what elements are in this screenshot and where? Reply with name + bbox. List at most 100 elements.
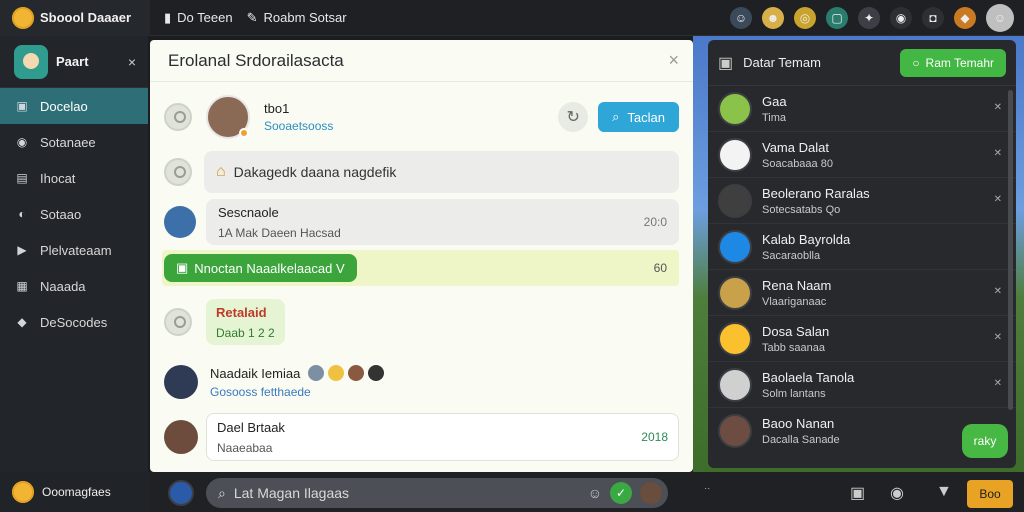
sidebar-item-3[interactable]: ◐ Sotaao bbox=[0, 196, 148, 232]
scrollbar[interactable] bbox=[1008, 90, 1013, 410]
close-icon[interactable]: ✕ bbox=[994, 378, 1002, 389]
image-icon[interactable]: ▣ bbox=[850, 483, 865, 503]
sidebar-item-5[interactable]: ▦ Naaada bbox=[0, 268, 148, 304]
chat-icon: ▣ bbox=[176, 260, 189, 275]
sidebar-item-label: Sotanaee bbox=[40, 134, 96, 150]
gift-icon[interactable]: ▼ bbox=[936, 483, 952, 501]
top-menu-item-2[interactable]: ✎ Roabm Sotsar bbox=[247, 10, 347, 26]
sidebar-item-label: Naaada bbox=[40, 278, 86, 294]
search-icon: ⌕ bbox=[612, 109, 620, 124]
sidebar-item-label: Sotaao bbox=[40, 206, 82, 222]
sidebar-icon-4: ▶ bbox=[17, 243, 27, 257]
close-icon[interactable]: × bbox=[128, 54, 136, 70]
team-member-2[interactable]: Beolerano Raralas Sotecsatabs Qo ✕ bbox=[708, 178, 1016, 224]
close-icon[interactable]: ✕ bbox=[994, 148, 1002, 159]
emoji-icon[interactable]: ☻ bbox=[762, 7, 784, 29]
action-button[interactable]: raky bbox=[962, 424, 1008, 458]
brand[interactable]: Sboool Daaaer bbox=[0, 0, 150, 36]
target-icon[interactable]: ◉ bbox=[890, 7, 912, 29]
item-meta: 60 bbox=[653, 261, 667, 275]
top-menu-item-1[interactable]: ▮ Do Teeen bbox=[164, 10, 233, 26]
close-icon[interactable]: ✕ bbox=[994, 332, 1002, 343]
user-avatar[interactable] bbox=[168, 480, 194, 506]
check-icon[interactable]: ✓ bbox=[610, 482, 632, 504]
top-right-icons: ☺ ☻ ◎ ▢ ✦ ◉ ◘ ◆ ☺ bbox=[730, 4, 1014, 32]
sidebar-item-4[interactable]: ▶ Plelvateaam bbox=[0, 232, 148, 268]
book-icon: ▮ bbox=[164, 9, 172, 25]
pencil-icon: ✎ bbox=[246, 9, 258, 25]
message-bubble: Dael Brtaak Naaeabaa 2018 bbox=[206, 413, 679, 461]
sticker-icon[interactable]: ◉ bbox=[890, 483, 904, 503]
avatar-icon[interactable] bbox=[640, 482, 662, 504]
sidebar-item-0[interactable]: ▣ Docelao bbox=[0, 88, 148, 124]
gamepad-icon[interactable]: ◘ bbox=[922, 7, 944, 29]
team-member-6[interactable]: Baolaela Tanola Solm lantans ✕ bbox=[708, 362, 1016, 408]
badge-icon[interactable]: ◆ bbox=[954, 7, 976, 29]
avatar bbox=[718, 275, 752, 310]
list-item-5[interactable]: Retalaid Daab 1 2 2 bbox=[164, 298, 679, 346]
refresh-icon[interactable]: ↻ bbox=[558, 102, 589, 132]
team-member-0[interactable]: Gaa Tima ✕ bbox=[708, 86, 1016, 132]
list-item-1[interactable]: tbo1 Sooaetsooss ↻ ⌕ Taclan bbox=[164, 94, 679, 140]
sidebar-item-label: Docelao bbox=[40, 98, 88, 114]
sidebar-icon-6: ◆ bbox=[17, 315, 27, 329]
close-icon[interactable]: × bbox=[668, 50, 679, 71]
sidebar-item-label: Plelvateaam bbox=[40, 242, 112, 258]
avatar-icon[interactable]: ☺ bbox=[730, 7, 752, 29]
emoji-icon[interactable]: ☺ bbox=[588, 485, 602, 501]
close-icon[interactable]: ✕ bbox=[994, 102, 1002, 113]
sidebar-icon-3: ◐ bbox=[18, 207, 26, 221]
send-button[interactable]: Boo bbox=[967, 480, 1013, 508]
coin-icon[interactable]: ◎ bbox=[794, 7, 816, 29]
avatar bbox=[164, 365, 198, 399]
reaction-avatars bbox=[308, 365, 385, 381]
sidebar-footer-label: Ooomagfaes bbox=[42, 485, 111, 499]
right-panel-title: Datar Temam bbox=[743, 55, 821, 70]
list-item-7[interactable]: Dael Brtaak Naaeabaa 2018 bbox=[164, 412, 679, 462]
timestamp: 2018 bbox=[641, 430, 668, 444]
item-name: tbo1 bbox=[264, 101, 290, 116]
chat-icon[interactable]: ▢ bbox=[826, 7, 848, 29]
avatar bbox=[718, 321, 752, 356]
team-member-5[interactable]: Dosa Salan Tabb saanaa ✕ bbox=[708, 316, 1016, 362]
list-item-6[interactable]: Naadaik Iemiaa Gosooss fetthaede bbox=[164, 362, 679, 402]
user-avatar-icon[interactable]: ☺ bbox=[986, 4, 1014, 32]
sidebar-profile[interactable]: Paart × bbox=[0, 36, 148, 88]
app-logo-icon bbox=[12, 6, 34, 29]
placeholder-avatar-icon bbox=[164, 103, 192, 131]
team-member-3[interactable]: Kalab Bayrolda Sacaraoblla bbox=[708, 224, 1016, 270]
list-item-3[interactable]: Sescnaole 1A Mak Daeen Hacsad 20:0 bbox=[164, 198, 679, 246]
item-sub: Sooaetsooss bbox=[264, 119, 334, 133]
mascot-icon[interactable]: ✦ bbox=[858, 7, 880, 29]
page-indicator-icon: ⋅⋅ bbox=[704, 484, 711, 495]
avatar bbox=[718, 91, 752, 126]
search-icon: ⌕ bbox=[218, 484, 226, 501]
sidebar: Paart × ▣ Docelao ◉ Sotanaee ▤ Ihocat ◐ … bbox=[0, 36, 148, 472]
status-pill[interactable]: ▣ Nnoctan Naaalkelaacad V bbox=[164, 254, 357, 282]
add-team-button[interactable]: ○ Ram Temahr bbox=[900, 48, 1006, 77]
team-member-1[interactable]: Vama Dalat Soacabaaa 80 ✕ bbox=[708, 132, 1016, 178]
avatar bbox=[164, 206, 196, 238]
sidebar-footer[interactable]: Ooomagfaes bbox=[0, 472, 150, 512]
message-bubble: ⌂ Dakagedk daana nagdefik bbox=[204, 151, 679, 193]
main-header: Erolanal Srdorailasacta × bbox=[150, 40, 693, 82]
page-title: Erolanal Srdorailasacta bbox=[168, 50, 344, 70]
list-item-2[interactable]: ⌂ Dakagedk daana nagdefik bbox=[164, 150, 679, 194]
sidebar-icon-5: ▦ bbox=[16, 279, 28, 293]
close-icon[interactable]: ✕ bbox=[994, 286, 1002, 297]
sidebar-item-2[interactable]: ▤ Ihocat bbox=[0, 160, 148, 196]
sidebar-item-label: Ihocat bbox=[40, 170, 76, 186]
lock-icon: ⌂ bbox=[216, 163, 226, 180]
list-item-4[interactable]: ▣ Nnoctan Naaalkelaacad V 60 bbox=[162, 250, 679, 286]
team-member-4[interactable]: Rena Naam Vlaariganaac ✕ bbox=[708, 270, 1016, 316]
avatar bbox=[164, 420, 198, 454]
message-bubble: Retalaid Daab 1 2 2 bbox=[206, 299, 285, 345]
search-button[interactable]: ⌕ Taclan bbox=[598, 102, 679, 132]
footer-logo-icon bbox=[12, 481, 34, 503]
sidebar-icon-1: ◉ bbox=[16, 135, 28, 149]
close-icon[interactable]: ✕ bbox=[994, 194, 1002, 205]
sidebar-item-6[interactable]: ◆ DeSocodes bbox=[0, 304, 148, 340]
right-panel: ▣ Datar Temam ○ Ram Temahr Gaa Tima ✕ Vam… bbox=[708, 40, 1016, 468]
sidebar-item-1[interactable]: ◉ Sotanaee bbox=[0, 124, 148, 160]
message-input[interactable]: ⌕ Lat Magan Ilagaas ☺ ✓ bbox=[206, 478, 668, 508]
